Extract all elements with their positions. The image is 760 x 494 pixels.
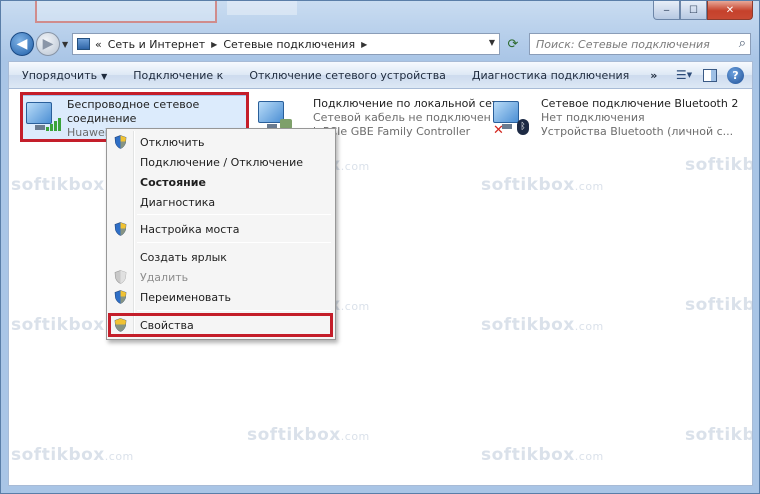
view-options-button[interactable]: ☰ ▼ — [675, 66, 693, 84]
background-window-fragment-2 — [227, 1, 297, 15]
preview-pane-icon — [703, 68, 717, 82]
recent-pages-dropdown[interactable]: ▼ — [62, 40, 68, 49]
menu-item-rename[interactable]: Переименовать — [109, 287, 333, 307]
connection-name: Сетевое подключение Bluetooth 2 — [541, 97, 739, 110]
diagnose-connection-button[interactable]: Диагностика подключения — [459, 69, 642, 82]
disconnected-x-icon: ✕ — [493, 123, 504, 138]
disable-device-button[interactable]: Отключение сетевого устройства — [236, 69, 459, 82]
help-button[interactable]: ? — [727, 66, 744, 84]
minimize-button[interactable]: ‒ — [653, 1, 680, 20]
menu-separator — [137, 214, 331, 215]
uac-shield-icon — [114, 270, 127, 284]
chevron-right-icon[interactable]: ▶ — [211, 40, 217, 49]
arrow-right-icon: ▶ — [42, 36, 54, 52]
organize-button[interactable]: Упорядочить ▼ — [9, 69, 120, 82]
back-button[interactable]: ◀ — [10, 32, 34, 56]
address-history-dropdown[interactable]: ▼ — [489, 38, 495, 47]
search-input[interactable]: Поиск: Сетевые подключения ⌕ — [529, 33, 751, 55]
address-row: ◀ ▶ ▼ « Сеть и Интернет ▶ Сетевые подключ… — [1, 29, 759, 59]
more-commands-button[interactable]: » — [642, 69, 665, 82]
search-icon[interactable]: ⌕ — [739, 36, 746, 51]
search-placeholder: Поиск: Сетевые подключения — [536, 37, 710, 51]
connection-status: Нет подключения — [541, 111, 645, 124]
menu-item-create-shortcut[interactable]: Создать ярлык — [109, 247, 333, 267]
help-icon: ? — [732, 68, 739, 82]
bluetooth-icon: ᛒ — [517, 119, 529, 135]
toolbar-right-controls: ☰ ▼ ? — [675, 66, 744, 84]
chevron-right-icon[interactable]: ▶ — [361, 40, 367, 49]
menu-item-status[interactable]: Состояние — [109, 172, 333, 192]
menu-separator — [137, 310, 331, 311]
connection-device: Устройства Bluetooth (личной с... — [541, 125, 734, 138]
connection-name: Подключение по локальной сети — [313, 97, 506, 110]
forward-button[interactable]: ▶ — [36, 32, 60, 56]
menu-item-bridge[interactable]: Настройка моста — [109, 219, 333, 239]
breadcrumb-network-connections[interactable]: Сетевые подключения ▶ — [223, 38, 367, 51]
close-button[interactable]: ✕ — [707, 1, 753, 20]
folder-icon — [77, 38, 90, 50]
window-controls: ‒ ☐ ✕ — [653, 1, 753, 20]
menu-item-disable[interactable]: Отключить — [109, 132, 333, 152]
refresh-icon: ⟳ — [507, 36, 519, 52]
menu-item-connect-disconnect[interactable]: Подключение / Отключение — [109, 152, 333, 172]
command-bar: Упорядочить ▼ Подключение к Отключение се… — [8, 61, 753, 89]
watermark: softikbox.com — [685, 155, 752, 175]
refresh-button[interactable]: ⟳ — [503, 35, 523, 53]
address-bar[interactable]: « Сеть и Интернет ▶ Сетевые подключения ▶ … — [72, 33, 500, 55]
watermark: softikbox.com — [685, 425, 752, 445]
watermark: softikbox.com — [11, 445, 134, 465]
arrow-left-icon: ◀ — [16, 36, 28, 52]
connection-device: k PCIe GBE Family Controller — [313, 125, 471, 138]
watermark: softikbox.com — [685, 295, 752, 315]
view-list-icon: ☰ — [675, 68, 687, 82]
breadcrumb-root[interactable]: « — [95, 38, 102, 51]
chevron-down-icon: ▼ — [101, 71, 108, 81]
connect-to-button[interactable]: Подключение к — [120, 69, 236, 82]
title-bar: ‒ ☐ ✕ — [1, 1, 759, 29]
background-window-fragment — [35, 1, 217, 23]
watermark: softikbox.com — [247, 425, 370, 445]
watermark: softikbox.com — [481, 445, 604, 465]
connection-bluetooth[interactable]: ✕ ᛒ Сетевое подключение Bluetooth 2 Нет … — [489, 95, 751, 139]
chevron-down-icon: ▼ — [686, 71, 693, 79]
breadcrumb-network-internet[interactable]: Сеть и Интернет ▶ — [108, 38, 218, 51]
properties-highlight-frame — [108, 313, 333, 337]
uac-shield-icon — [114, 222, 127, 236]
bluetooth-network-icon: ✕ ᛒ — [493, 99, 529, 138]
menu-item-diagnose[interactable]: Диагностика — [109, 192, 333, 212]
watermark: softikbox.com — [481, 315, 604, 335]
connection-status: Сетевой кабель не подключен — [313, 111, 491, 124]
context-menu: Отключить Подключение / Отключение Состо… — [106, 128, 336, 340]
uac-shield-icon — [114, 290, 127, 304]
maximize-button[interactable]: ☐ — [680, 1, 707, 20]
menu-separator — [137, 242, 331, 243]
watermark: softikbox.com — [481, 175, 604, 195]
uac-shield-icon — [114, 135, 127, 149]
preview-pane-button[interactable] — [701, 66, 719, 84]
menu-item-delete: Удалить — [109, 267, 333, 287]
